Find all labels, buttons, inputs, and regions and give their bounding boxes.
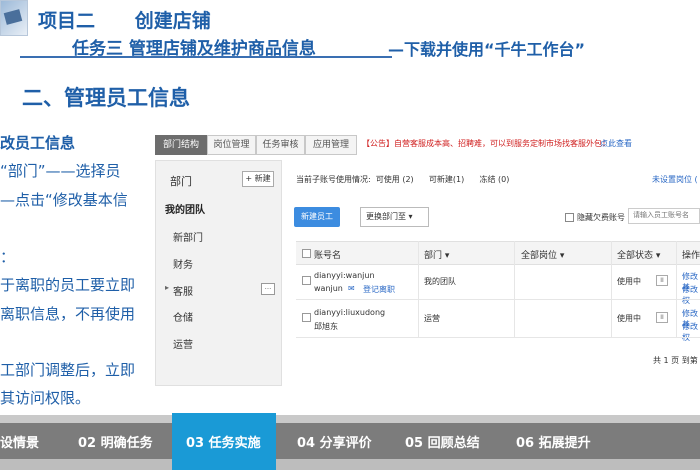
expand-arrow-icon[interactable]: ▸: [165, 283, 169, 292]
nav-item-implement-task[interactable]: 03 任务实施: [186, 432, 261, 451]
section-heading: 二、管理员工信息: [22, 86, 190, 110]
bottom-bar-base: [0, 459, 700, 470]
tab-app-management[interactable]: 应用管理: [305, 135, 357, 155]
title-underline: [20, 56, 392, 58]
pause-icon[interactable]: II: [656, 275, 668, 286]
pause-icon[interactable]: II: [656, 312, 668, 323]
sidebar-item-my-team[interactable]: 我的团队: [165, 201, 205, 216]
col-header-position[interactable]: 全部岗位 ▾: [521, 248, 564, 261]
tab-position-management[interactable]: 岗位管理: [207, 135, 256, 155]
column-divider: [418, 241, 419, 337]
pagination: 共 1 页 到第: [653, 356, 698, 365]
left-text-line: 工部门调整后，立即: [0, 361, 136, 379]
register-leave-link[interactable]: 登记离职: [363, 284, 395, 295]
nav-item-review-summary[interactable]: 05 回顾总结: [405, 432, 480, 451]
nav-item-share-evaluate[interactable]: 04 分享评价: [297, 432, 372, 451]
row-dept: 我的团队: [424, 277, 456, 286]
left-text-line: “部门”——选择员: [0, 162, 121, 180]
sidebar-title: 部门: [170, 175, 192, 188]
row-dept: 运营: [424, 314, 440, 323]
left-text-line: 离职信息，不再使用: [0, 305, 136, 323]
edit-permissions-link[interactable]: 修改权: [682, 321, 700, 343]
unset-position-link[interactable]: 未设置岗位 (: [652, 174, 698, 185]
sidebar-item-warehouse[interactable]: 仓储: [173, 309, 193, 324]
announcement-link[interactable]: 点此查看: [600, 138, 632, 149]
dept-sidebar: [155, 160, 282, 386]
edit-permissions-link[interactable]: 修改权: [682, 284, 700, 306]
row-account-name: dianyyi:liuxudong: [314, 308, 386, 317]
row-checkbox[interactable]: [302, 313, 311, 322]
col-header-account: 账号名: [314, 251, 342, 261]
project-title: 项目二 创建店铺: [38, 10, 211, 32]
select-all-checkbox[interactable]: [302, 249, 311, 258]
row-account-name: dianyyi:wanjun: [314, 271, 375, 280]
change-dept-dropdown[interactable]: 更换部门至 ▾: [360, 207, 429, 227]
column-divider: [676, 241, 677, 337]
column-divider: [514, 241, 515, 337]
left-text-line: 改员工信息: [0, 134, 76, 152]
col-header-actions: 操作: [682, 251, 700, 261]
tab-dept-structure[interactable]: 部门结构: [155, 135, 207, 155]
row-checkbox[interactable]: [302, 276, 311, 285]
sidebar-item-new-dept[interactable]: 新部门: [173, 229, 203, 244]
col-header-status[interactable]: 全部状态 ▾: [617, 248, 660, 261]
announcement-text: 【公告】自营客服成本高、招聘难，可以到服务定制市场找客服外包！: [362, 139, 610, 148]
left-text-line: ：: [0, 248, 16, 266]
account-usage-summary: 当前子账号使用情况: 可使用 (2) 可新建(1) 冻结 (0): [296, 175, 510, 184]
sidebar-item-finance[interactable]: 财务: [173, 256, 193, 271]
left-text-line: 于离职的员工要立即: [0, 276, 136, 294]
row-status: 使用中: [617, 314, 641, 323]
row-status: 使用中: [617, 277, 641, 286]
row-divider: [296, 337, 700, 338]
column-divider: [611, 241, 612, 337]
nav-item-extension[interactable]: 06 拓展提升: [516, 432, 591, 451]
hide-overdue-label: 隐藏欠费账号: [577, 213, 625, 222]
row-account-nick: 邱旭东: [314, 322, 338, 331]
hide-overdue-checkbox[interactable]: [565, 213, 574, 222]
task-subtitle: —下载并使用“千牛工作台”: [388, 40, 586, 59]
project-logo: [0, 0, 28, 36]
nav-item-scenario[interactable]: 设情景: [0, 432, 39, 451]
new-dept-button[interactable]: + 新建: [242, 171, 274, 187]
leave-icon[interactable]: ✉: [348, 284, 355, 293]
col-header-dept[interactable]: 部门 ▾: [424, 248, 449, 261]
staff-search-input[interactable]: [628, 208, 700, 224]
more-options-button[interactable]: ···: [261, 283, 275, 295]
bottom-bar-top: [0, 415, 700, 423]
new-staff-button[interactable]: 新建员工: [294, 207, 340, 227]
tab-task-review[interactable]: 任务审核: [256, 135, 305, 155]
sidebar-item-customer-service[interactable]: 客服: [173, 283, 193, 298]
sidebar-item-operations[interactable]: 运营: [173, 336, 193, 351]
nav-item-define-task[interactable]: 02 明确任务: [78, 432, 153, 451]
left-text-line: —点击“修改基本信: [0, 191, 128, 209]
row-account-nick: wanjun: [314, 284, 343, 293]
left-text-line: 其访问权限。: [0, 389, 91, 407]
row-divider: [296, 299, 700, 300]
